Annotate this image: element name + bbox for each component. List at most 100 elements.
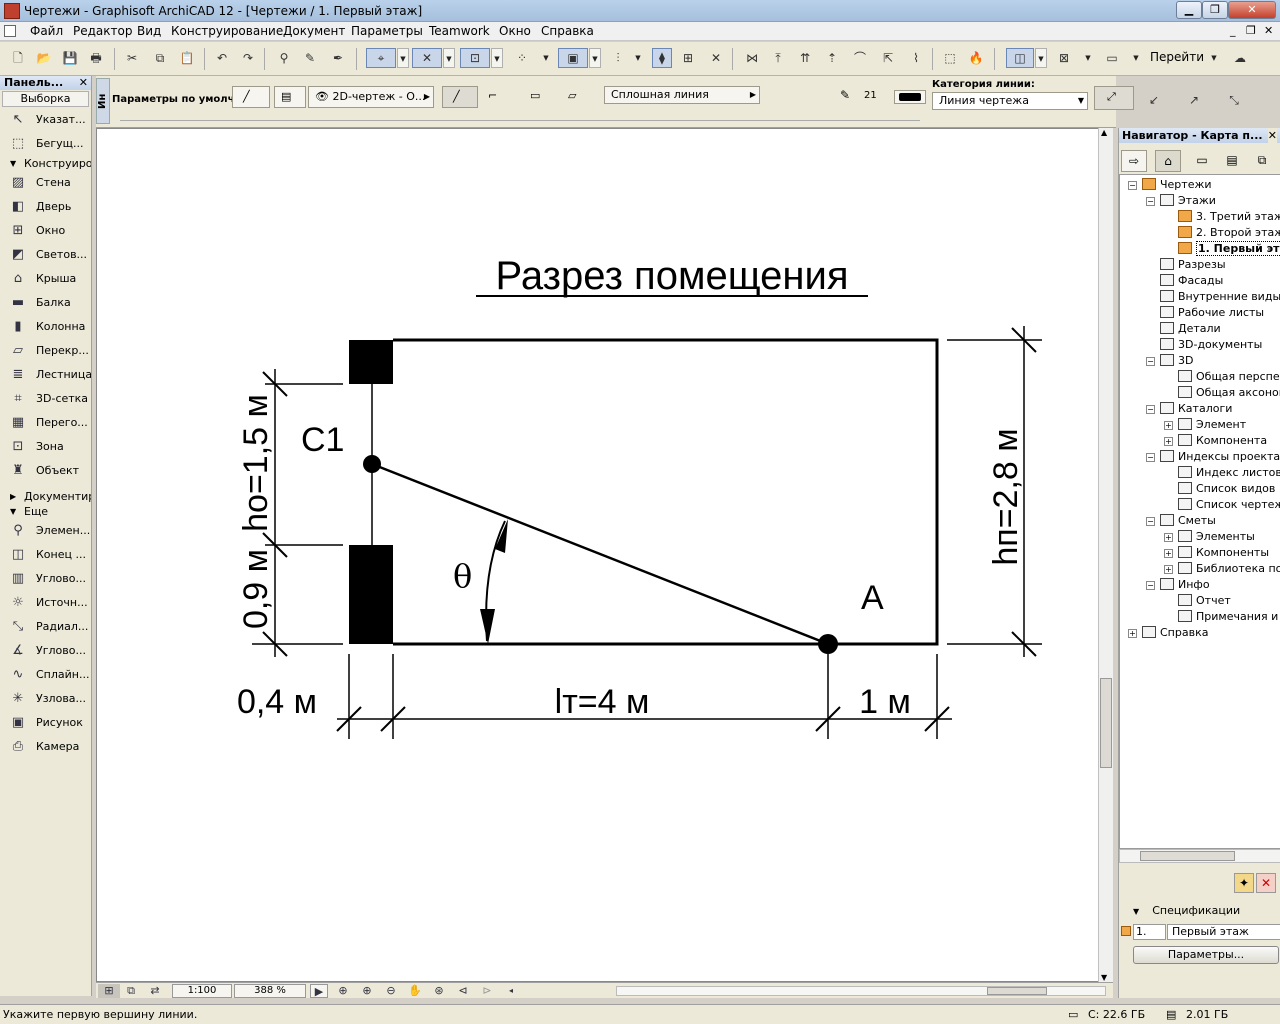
- expand-icon[interactable]: +: [1164, 437, 1173, 446]
- menu-view[interactable]: Вид: [137, 24, 161, 38]
- goto-dropdown-icon[interactable]: ▼: [1208, 48, 1220, 68]
- doc-close-icon[interactable]: ✕: [1264, 24, 1273, 37]
- trim-icon[interactable]: ⇡: [822, 48, 842, 68]
- layout-dropdown-icon[interactable]: ▼: [1130, 48, 1142, 68]
- syringe-icon[interactable]: ✒: [328, 48, 348, 68]
- doc-minimize-icon[interactable]: _: [1230, 24, 1236, 37]
- more-tool-7[interactable]: ✳ Узлова...: [0, 687, 91, 711]
- spec-number-field[interactable]: 1.: [1133, 924, 1166, 940]
- redo-icon[interactable]: ↷: [238, 48, 258, 68]
- zoom-field[interactable]: 388 %: [234, 984, 306, 998]
- tree-node[interactable]: Общая аксонометрия: [1178, 385, 1280, 401]
- collapse-icon[interactable]: −: [1146, 581, 1155, 590]
- more-tool-2[interactable]: ▥ Углово...: [0, 567, 91, 591]
- fillet-icon[interactable]: ⌒: [850, 48, 870, 68]
- rotated-rectangle-icon[interactable]: ▱: [562, 86, 592, 108]
- elevation-icon[interactable]: ⫶: [608, 48, 628, 68]
- copy-icon[interactable]: ⧉: [150, 48, 170, 68]
- construct-tool-9[interactable]: ⌗ 3D-сетка: [0, 387, 91, 411]
- menu-options[interactable]: Параметры: [351, 24, 423, 38]
- scroll-up-icon[interactable]: ▲: [1101, 128, 1107, 137]
- doc-restore-icon[interactable]: ❐: [1246, 24, 1256, 37]
- quick-options-icon[interactable]: ⊞: [98, 984, 120, 998]
- tree-node[interactable]: Список чертежей: [1178, 497, 1280, 513]
- layout-view-icon[interactable]: ▭: [1102, 48, 1122, 68]
- maximize-button[interactable]: ❐: [1202, 1, 1228, 19]
- menu-document[interactable]: Документ: [283, 24, 345, 38]
- 3d-window-icon[interactable]: ⬚: [940, 48, 960, 68]
- construct-tool-6[interactable]: ▮ Колонна: [0, 315, 91, 339]
- expand-icon[interactable]: +: [1164, 533, 1173, 542]
- split-icon[interactable]: ⋈: [742, 48, 762, 68]
- rectangle-icon[interactable]: ▭: [524, 86, 554, 108]
- snap-points-icon[interactable]: ⊡: [460, 48, 490, 68]
- more-tool-8[interactable]: ▣ Рисунок: [0, 711, 91, 735]
- layer-selector[interactable]: 👁 2D-чертеж - О... ▶: [308, 86, 434, 108]
- scroll-left-icon[interactable]: ◂: [502, 984, 520, 998]
- more-tool-5[interactable]: ∡ Углово...: [0, 639, 91, 663]
- dimension-icon[interactable]: ⊞: [678, 48, 698, 68]
- layout-book-tab-icon[interactable]: ▤: [1219, 150, 1245, 172]
- tree-node[interactable]: 2. Второй этаж: [1178, 225, 1280, 241]
- layer-dropdown-icon[interactable]: ▼: [589, 48, 601, 68]
- more-tool-9[interactable]: ⎙ Камера: [0, 735, 91, 759]
- zoom-menu-arrow-icon[interactable]: ▶: [310, 984, 328, 998]
- tree-node[interactable]: Детали: [1160, 321, 1221, 337]
- tree-node[interactable]: − 3D: [1146, 353, 1193, 369]
- offset-icon[interactable]: ⇱: [878, 48, 898, 68]
- new-folder-icon[interactable]: ✦: [1234, 873, 1254, 893]
- menu-window[interactable]: Окно: [499, 24, 531, 38]
- view-dropdown-icon[interactable]: ▼: [1035, 48, 1047, 68]
- line-type-selector[interactable]: Сплошная линия ▶: [604, 86, 760, 104]
- collapse-icon[interactable]: −: [1146, 517, 1155, 526]
- collapse-icon[interactable]: −: [1146, 357, 1155, 366]
- floor-plan-view-icon[interactable]: ◫: [1006, 48, 1034, 68]
- pen-color-swatch[interactable]: [894, 90, 926, 104]
- zoom-in-icon[interactable]: ⊕: [358, 984, 376, 998]
- tree-node[interactable]: + Компонента: [1164, 433, 1267, 449]
- navigator-preview-icon[interactable]: ⇄: [146, 984, 164, 998]
- fit-in-window-icon[interactable]: ⧉: [122, 984, 140, 998]
- single-line-icon[interactable]: ╱: [442, 86, 478, 108]
- toolbox-close-icon[interactable]: ✕: [79, 76, 88, 90]
- tree-node[interactable]: 1. Первый этаж: [1178, 241, 1280, 257]
- more-tool-1[interactable]: ◫ Конец ...: [0, 543, 91, 567]
- tree-node[interactable]: − Индексы проекта: [1146, 449, 1280, 465]
- canvas-horizontal-scrollbar[interactable]: [616, 986, 1106, 996]
- tree-node[interactable]: + Компоненты: [1164, 545, 1269, 561]
- intersect-icon[interactable]: ⇈: [795, 48, 815, 68]
- expand-icon[interactable]: +: [1164, 421, 1173, 430]
- tree-node[interactable]: − Каталоги: [1146, 401, 1232, 417]
- document-group-header[interactable]: ▶ Документир: [0, 489, 91, 504]
- grid-snap-icon[interactable]: ⁘: [512, 48, 532, 68]
- construct-tool-2[interactable]: ⊞ Окно: [0, 219, 91, 243]
- snap-dropdown-icon[interactable]: ▼: [491, 48, 503, 68]
- tree-node[interactable]: 3D-документы: [1160, 337, 1262, 353]
- document-icon[interactable]: [4, 25, 16, 37]
- construct-tool-4[interactable]: ⌂ Крыша: [0, 267, 91, 291]
- zoom-window-icon[interactable]: ⊛: [430, 984, 448, 998]
- tree-node[interactable]: + Справка: [1128, 625, 1208, 641]
- menu-edit[interactable]: Редактор: [73, 24, 132, 38]
- project-map-tab-icon[interactable]: ⌂: [1155, 150, 1181, 172]
- zoom-fit-icon[interactable]: ⊕: [334, 984, 352, 998]
- section-dropdown-icon[interactable]: ▼: [1082, 48, 1094, 68]
- infobox-scrollbar[interactable]: [120, 120, 920, 126]
- guide-dropdown-icon[interactable]: ▼: [443, 48, 455, 68]
- collapse-icon[interactable]: −: [1146, 453, 1155, 462]
- tree-node[interactable]: + Библиотека по: [1164, 561, 1280, 577]
- scale-field[interactable]: 1:100: [172, 984, 232, 998]
- layer-combo-icon[interactable]: ▣: [558, 48, 588, 68]
- construct-tool-5[interactable]: ▬ Балка: [0, 291, 91, 315]
- expand-icon[interactable]: +: [1164, 565, 1173, 574]
- tree-node[interactable]: Рабочие листы: [1160, 305, 1264, 321]
- delete-item-icon[interactable]: ✕: [1256, 873, 1276, 893]
- horizontal-scroll-thumb[interactable]: [987, 987, 1047, 995]
- menu-design[interactable]: Конструирование: [171, 24, 283, 38]
- tree-node[interactable]: + Элементы: [1164, 529, 1255, 545]
- more-tool-4[interactable]: ⤡ Радиал...: [0, 615, 91, 639]
- drawing-canvas[interactable]: Разрез помещения C1 A θ hп=2,8 м ho=1,5 …: [96, 128, 1099, 982]
- menu-file[interactable]: Файл: [30, 24, 63, 38]
- arrow-start-icon[interactable]: ↙: [1144, 90, 1164, 110]
- trace-icon[interactable]: ⧫: [652, 48, 672, 68]
